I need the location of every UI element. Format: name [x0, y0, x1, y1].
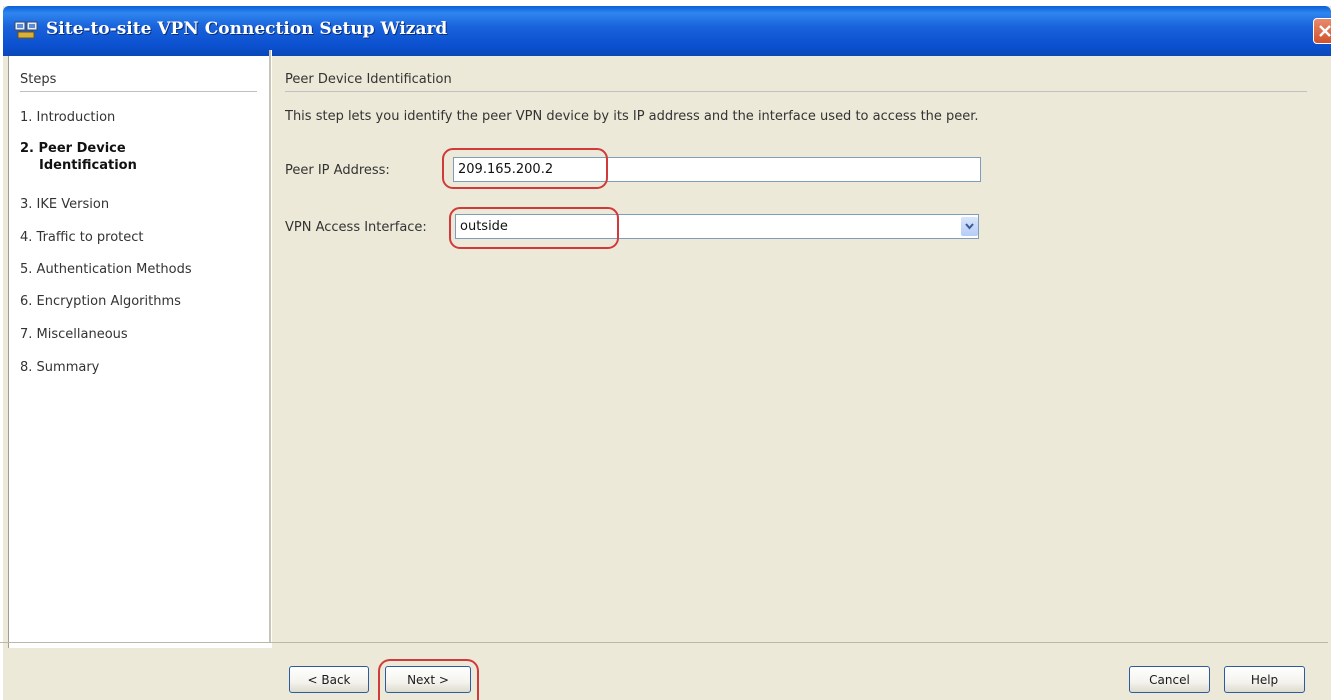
- step-authentication-methods: 5. Authentication Methods: [20, 261, 192, 278]
- step-label: Encryption Algorithms: [36, 294, 181, 309]
- step-peer-device-identification: 2. Peer Device Identification: [20, 140, 137, 174]
- steps-divider: [20, 91, 257, 92]
- step-label-line2: Identification: [39, 158, 137, 173]
- steps-heading: Steps: [20, 72, 57, 87]
- help-button[interactable]: Help: [1224, 666, 1305, 693]
- step-introduction: 1. Introduction: [20, 109, 115, 126]
- step-label: Authentication Methods: [36, 262, 192, 277]
- step-label: Introduction: [36, 110, 116, 125]
- step-ike-version: 3. IKE Version: [20, 196, 109, 213]
- vpn-interface-select[interactable]: outside: [455, 214, 979, 239]
- chevron-down-icon: [965, 223, 974, 230]
- back-button[interactable]: < Back: [289, 666, 369, 693]
- step-label: Traffic to protect: [36, 230, 144, 245]
- vpn-wizard-icon: [14, 19, 38, 41]
- step-number: 1.: [20, 110, 33, 125]
- page-title: Peer Device Identification: [285, 72, 452, 87]
- step-label: Summary: [36, 360, 100, 375]
- close-button[interactable]: [1313, 18, 1331, 44]
- vpn-interface-value: outside: [460, 219, 508, 234]
- step-number: 5.: [20, 262, 33, 277]
- footer-divider: [0, 642, 1328, 643]
- step-encryption-algorithms: 6. Encryption Algorithms: [20, 293, 181, 310]
- vpn-interface-label: VPN Access Interface:: [285, 220, 427, 235]
- step-number: 2.: [20, 141, 34, 156]
- window-title: Site-to-site VPN Connection Setup Wizard: [46, 19, 448, 39]
- step-miscellaneous: 7. Miscellaneous: [20, 326, 128, 343]
- title-bar[interactable]: Site-to-site VPN Connection Setup Wizard: [3, 6, 1331, 56]
- step-summary: 8. Summary: [20, 359, 99, 376]
- dropdown-button[interactable]: [961, 217, 978, 236]
- peer-ip-input[interactable]: [453, 157, 981, 182]
- peer-ip-label: Peer IP Address:: [285, 163, 390, 178]
- content-divider: [285, 91, 1307, 92]
- step-label: IKE Version: [36, 197, 110, 212]
- panel-divider: [269, 50, 272, 642]
- step-number: 7.: [20, 327, 33, 342]
- step-description: This step lets you identify the peer VPN…: [285, 109, 979, 124]
- step-number: 3.: [20, 197, 33, 212]
- next-button[interactable]: Next >: [385, 666, 471, 693]
- step-number: 4.: [20, 230, 33, 245]
- step-traffic-to-protect: 4. Traffic to protect: [20, 229, 144, 246]
- step-number: 6.: [20, 294, 33, 309]
- cancel-button[interactable]: Cancel: [1129, 666, 1210, 693]
- step-number: 8.: [20, 360, 33, 375]
- step-label: Peer Device: [38, 141, 126, 156]
- step-label: Miscellaneous: [36, 327, 128, 342]
- close-icon: [1319, 25, 1331, 37]
